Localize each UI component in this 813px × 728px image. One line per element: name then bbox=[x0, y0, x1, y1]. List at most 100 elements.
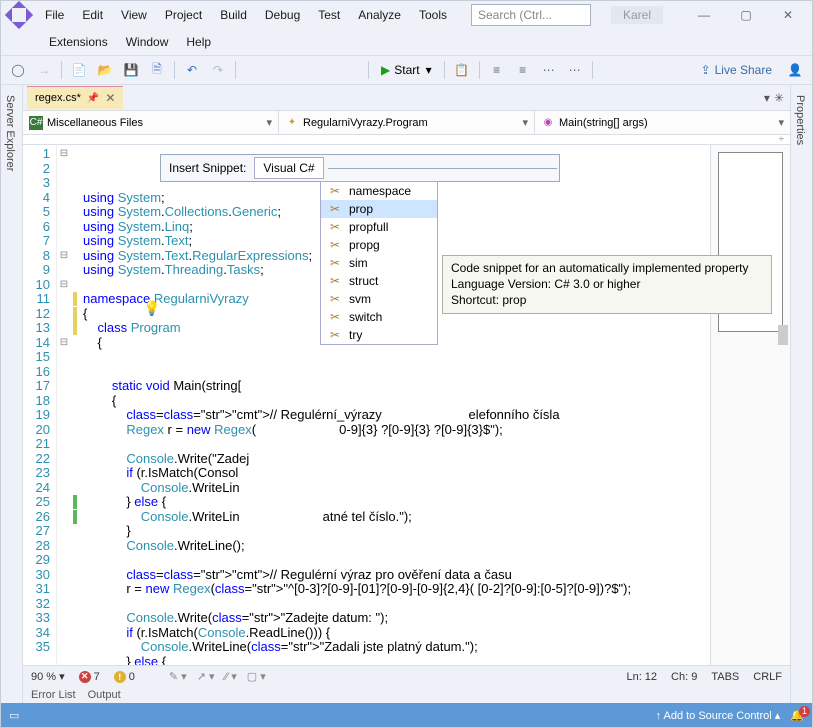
tabs-dropdown-icon[interactable]: ▾ bbox=[764, 91, 770, 105]
snippet-item-propg[interactable]: ✂propg bbox=[321, 236, 437, 254]
undo-icon[interactable]: ↶ bbox=[181, 59, 203, 81]
vs-status-bar: ▭ ↑ Add to Source Control ▴ 🔔 bbox=[1, 703, 812, 727]
menu-view[interactable]: View bbox=[113, 4, 155, 26]
notifications-icon[interactable]: 🔔 bbox=[790, 709, 804, 722]
tb-pen-icon[interactable]: ✎ ▾ bbox=[169, 670, 187, 683]
snippet-icon: ✂ bbox=[327, 220, 343, 234]
menu-build[interactable]: Build bbox=[212, 4, 255, 26]
tb-comment2-icon[interactable]: ⋯ bbox=[564, 59, 586, 81]
server-explorer-tab[interactable]: Server Explorer bbox=[1, 85, 19, 703]
menu-tools[interactable]: Tools bbox=[411, 4, 455, 26]
search-input[interactable]: Search (Ctrl... bbox=[471, 4, 591, 26]
tabs-mode[interactable]: TABS bbox=[711, 671, 739, 683]
file-tab-regex[interactable]: regex.cs* 📌 ✕ bbox=[27, 86, 123, 109]
line-number-gutter: 1234567891011121314151617181920212223242… bbox=[23, 145, 57, 665]
tb-slash-icon[interactable]: ⁄⁄ ▾ bbox=[225, 670, 237, 683]
pin-icon[interactable]: 📌 bbox=[87, 93, 99, 104]
snippet-icon: ✂ bbox=[327, 328, 343, 342]
snippet-item-try[interactable]: ✂try bbox=[321, 326, 437, 344]
snippet-item-struct[interactable]: ✂struct bbox=[321, 272, 437, 290]
lightbulb-icon[interactable]: 💡 bbox=[143, 301, 160, 316]
minimize-button[interactable]: — bbox=[684, 4, 724, 26]
csharp-icon: C# bbox=[29, 116, 43, 130]
redo-icon[interactable]: ↷ bbox=[207, 59, 229, 81]
menu-analyze[interactable]: Analyze bbox=[350, 4, 409, 26]
open-icon[interactable]: 📂 bbox=[94, 59, 116, 81]
tab-label: regex.cs* bbox=[35, 92, 81, 104]
snippet-icon: ✂ bbox=[327, 292, 343, 306]
nav-method-combo[interactable]: ◉Main(string[] args)▾ bbox=[535, 111, 790, 134]
menu-extensions[interactable]: Extensions bbox=[41, 31, 116, 53]
play-icon: ▶ bbox=[381, 63, 390, 77]
snippet-icon: ✂ bbox=[327, 184, 343, 198]
tb-build-icon[interactable]: 📋 bbox=[451, 59, 473, 81]
fold-gutter[interactable]: ⊟ ⊟ ⊟ ⊟ bbox=[57, 145, 71, 665]
method-icon: ◉ bbox=[541, 116, 555, 130]
account-icon[interactable]: 👤 bbox=[784, 59, 806, 81]
snippet-crumb-csharp[interactable]: Visual C# bbox=[254, 157, 323, 179]
menu-window[interactable]: Window bbox=[118, 31, 177, 53]
start-button[interactable]: ▶Start▾ bbox=[375, 63, 438, 77]
properties-tab[interactable]: Properties bbox=[791, 85, 809, 703]
tabs-settings-icon[interactable]: ✳ bbox=[774, 91, 784, 105]
split-handle[interactable]: ÷ bbox=[23, 135, 790, 145]
snippet-item-propfull[interactable]: ✂propfull bbox=[321, 218, 437, 236]
menu-file[interactable]: File bbox=[37, 4, 72, 26]
class-view-tab[interactable]: Class View bbox=[809, 85, 812, 703]
chevron-down-icon: ▾ bbox=[778, 116, 784, 129]
maximize-button[interactable]: ▢ bbox=[726, 4, 766, 26]
menu-project[interactable]: Project bbox=[157, 4, 210, 26]
snippet-item-namespace[interactable]: ✂namespace bbox=[321, 182, 437, 200]
menu-debug[interactable]: Debug bbox=[257, 4, 308, 26]
tb-indent-icon[interactable]: ≡ bbox=[486, 59, 508, 81]
class-icon: ✦ bbox=[285, 116, 299, 130]
error-count[interactable]: ✕7 bbox=[79, 671, 100, 683]
nav-fwd-icon[interactable]: → bbox=[33, 59, 55, 81]
snippet-item-switch[interactable]: ✂switch bbox=[321, 308, 437, 326]
menu-edit[interactable]: Edit bbox=[74, 4, 111, 26]
snippet-item-prop[interactable]: ✂prop bbox=[321, 200, 437, 218]
scroll-overview[interactable] bbox=[710, 145, 790, 665]
snippet-label: Insert Snippet: bbox=[163, 157, 252, 179]
line-ending[interactable]: CRLF bbox=[753, 671, 782, 683]
snippet-icon: ✂ bbox=[327, 256, 343, 270]
snippet-icon: ✂ bbox=[327, 202, 343, 216]
snippet-tooltip: Code snippet for an automatically implem… bbox=[442, 255, 772, 314]
col-indicator[interactable]: Ch: 9 bbox=[671, 671, 697, 683]
tb-outdent-icon[interactable]: ≡ bbox=[512, 59, 534, 81]
tb-comment-icon[interactable]: ⋯ bbox=[538, 59, 560, 81]
tb-box-icon[interactable]: ▢ ▾ bbox=[247, 670, 266, 683]
nav-class-combo[interactable]: ✦RegularniVyrazy.Program▾ bbox=[279, 111, 535, 134]
source-control-button[interactable]: ↑ Add to Source Control ▴ bbox=[656, 709, 781, 722]
snippet-dropdown[interactable]: ✂namespace✂prop✂propfull✂propg✂sim✂struc… bbox=[320, 181, 438, 345]
titlebar: File Edit View Project Build Debug Test … bbox=[1, 1, 812, 29]
right-sidebar: Properties Class View Team Explorer Solu… bbox=[790, 85, 812, 703]
insert-snippet-breadcrumb[interactable]: Insert Snippet: Visual C# bbox=[160, 154, 560, 182]
user-badge[interactable]: Karel bbox=[611, 6, 663, 24]
live-share-button[interactable]: ⇪Live Share bbox=[693, 63, 780, 77]
line-indicator[interactable]: Ln: 12 bbox=[626, 671, 657, 683]
change-margin bbox=[71, 145, 79, 665]
main-toolbar: ◯ → 📄 📂 💾 🗎 ↶ ↷ ▶Start▾ 📋 ≡ ≡ ⋯ ⋯ ⇪Live … bbox=[1, 55, 812, 85]
vs-logo-icon bbox=[5, 1, 33, 29]
snippet-icon: ✂ bbox=[327, 310, 343, 324]
nav-back-icon[interactable]: ◯ bbox=[7, 59, 29, 81]
error-list-tab[interactable]: Error List bbox=[31, 689, 76, 701]
tb-arrow-icon[interactable]: ↗ ▾ bbox=[197, 670, 215, 683]
save-all-icon[interactable]: 🗎 bbox=[146, 59, 168, 81]
menu-test[interactable]: Test bbox=[310, 4, 348, 26]
menu-help[interactable]: Help bbox=[178, 31, 219, 53]
warning-count[interactable]: !0 bbox=[114, 671, 135, 683]
snippet-item-sim[interactable]: ✂sim bbox=[321, 254, 437, 272]
tab-close-icon[interactable]: ✕ bbox=[105, 91, 115, 105]
nav-project-combo[interactable]: C#Miscellaneous Files▾ bbox=[23, 111, 279, 134]
status-ready-icon: ▭ bbox=[9, 709, 19, 722]
snippet-item-svm[interactable]: ✂svm bbox=[321, 290, 437, 308]
output-tab[interactable]: Output bbox=[88, 689, 121, 701]
save-icon[interactable]: 💾 bbox=[120, 59, 142, 81]
close-button[interactable]: ✕ bbox=[768, 4, 808, 26]
snippet-icon: ✂ bbox=[327, 238, 343, 252]
main-menu: File Edit View Project Build Debug Test … bbox=[37, 4, 455, 26]
new-file-icon[interactable]: 📄 bbox=[68, 59, 90, 81]
zoom-level[interactable]: 90 % ▾ bbox=[31, 670, 65, 683]
